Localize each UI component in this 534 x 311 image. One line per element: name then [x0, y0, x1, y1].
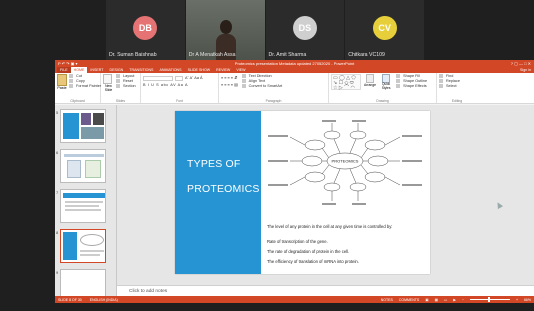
participant-name: Dr. Amit Sharma — [268, 52, 307, 58]
comments-button[interactable]: COMMENTS — [399, 298, 419, 302]
group-label: Slides — [115, 99, 126, 103]
select-button[interactable]: Select — [439, 84, 475, 89]
current-slide[interactable]: TYPES OF PROTEOMICS PROTEOMICS The level… — [175, 111, 430, 274]
font-size-controls[interactable]: Aˆ Aˇ Aa Â — [185, 76, 203, 81]
align-buttons[interactable]: ≡ ≡ ≡ ≡ ▤ — [221, 83, 238, 88]
slide-sorter-icon[interactable]: ▦ — [435, 298, 438, 302]
sign-in-link[interactable]: Sign in — [517, 67, 534, 73]
notes-placeholder: Click to add notes — [129, 289, 168, 294]
notes-pane[interactable]: Click to add notes — [117, 285, 534, 296]
slide-title-panel: TYPES OF PROTEOMICS — [175, 111, 261, 274]
brush-icon — [69, 84, 73, 88]
quick-styles-button[interactable]: Quick Styles — [379, 82, 393, 90]
replace-icon — [439, 79, 443, 83]
align-text-icon — [241, 79, 246, 83]
window-title: Proteomics presentation Metadata updated… — [234, 61, 355, 66]
participant-tile[interactable]: DS Dr. Amit Sharma — [265, 0, 345, 60]
participant-tile[interactable]: DB Dr. Suman Baishnab — [106, 0, 185, 60]
clipboard-group: Paste Cut Copy Format Painter Clipboard — [55, 73, 101, 103]
normal-view-icon[interactable]: ▣ — [425, 298, 428, 302]
editing-group: Find Replace Select Editing — [437, 73, 477, 103]
slide-thumbnail[interactable]: 6 — [56, 149, 106, 183]
scissors-icon — [69, 74, 73, 78]
outline-icon — [396, 79, 401, 83]
slide-thumbnail[interactable]: 5 — [56, 109, 106, 143]
new-slide-button[interactable]: New Slide — [103, 84, 114, 92]
shape-effects-button[interactable]: Shape Effects — [396, 84, 427, 89]
smartart-button[interactable]: Convert to SmartArt — [241, 84, 282, 89]
diagram-center-label: PROTEOMICS — [332, 159, 359, 164]
shapes-gallery[interactable]: ▭ ◯ △ ⬠ ↘ ☐ ◇ ⬭ ☆ ▷ ⌒ ◠ — [331, 74, 361, 91]
font-group: Aˆ Aˇ Aa Â B I U S abc AV Aa A Font — [141, 73, 219, 103]
font-format-buttons[interactable]: B I U S abc AV Aa A — [143, 83, 216, 88]
title-bar: P ↶ ↷ ▣ ▾ Proteomics presentation Metada… — [55, 60, 534, 67]
zoom-level[interactable]: 66% — [524, 298, 531, 302]
format-painter-button[interactable]: Format Painter — [69, 84, 101, 89]
copy-icon — [69, 79, 73, 83]
slide-text-line[interactable]: The level of any protein in the cell at … — [267, 224, 417, 229]
section-button[interactable]: Section — [116, 84, 136, 89]
group-label: Font — [176, 99, 183, 103]
slide-text-line[interactable]: The efficiency of translation of mRNA in… — [267, 259, 417, 264]
slideshow-icon[interactable]: ▶ — [453, 298, 456, 302]
screen: DB Dr. Suman Baishnab Dr A Menatkah Assa… — [0, 0, 534, 311]
arrange-button[interactable]: Arrange — [364, 83, 376, 87]
zoom-slider[interactable] — [469, 297, 510, 302]
paragraph-group: ≡ ≡ ≡ ≡ ⇵ ≡ ≡ ≡ ≡ ▤ Text Direction Align… — [219, 73, 329, 103]
group-label: Drawing — [376, 99, 389, 103]
slide-thumbnails-pane: 5 6 7 8 9 — [55, 105, 117, 303]
participant-video-tile[interactable]: Dr A Menatkah Assa — [185, 0, 265, 60]
drawing-group: ▭ ◯ △ ⬠ ↘ ☐ ◇ ⬭ ☆ ▷ ⌒ ◠ Arrange Quick Styl… — [329, 73, 437, 103]
slide-title-line-1[interactable]: TYPES OF — [187, 158, 241, 170]
section-icon — [116, 84, 120, 88]
powerpoint-window: P ↶ ↷ ▣ ▾ Proteomics presentation Metada… — [55, 60, 534, 303]
paste-icon[interactable] — [57, 74, 67, 86]
group-label: Clipboard — [70, 99, 85, 103]
reset-icon — [116, 79, 120, 83]
participant-name: Dr. Suman Baishnab — [109, 52, 157, 58]
fill-icon — [396, 74, 401, 78]
slide-counter: SLIDE 8 OF 30 — [58, 297, 82, 302]
list-buttons[interactable]: ≡ ≡ ≡ ≡ ⇵ — [221, 76, 238, 81]
workspace: 5 6 7 8 9 TYPES OF PROTEOMICS PROTEOMICS… — [55, 105, 534, 303]
quick-access-toolbar[interactable]: P ↶ ↷ ▣ ▾ — [58, 61, 98, 66]
slide-thumbnail[interactable]: 7 — [56, 189, 106, 223]
window-controls[interactable]: ? ▢ — □ ✕ — [491, 61, 531, 66]
slide-title-line-2[interactable]: PROTEOMICS — [187, 183, 260, 195]
effects-icon — [396, 84, 401, 88]
ribbon: Paste Cut Copy Format Painter Clipboard … — [55, 73, 534, 104]
participant-tile[interactable]: CV Chitkara VC109 — [345, 0, 424, 60]
participant-name: Chitkara VC109 — [348, 52, 385, 58]
notes-button[interactable]: NOTES — [381, 298, 393, 302]
group-label: Paragraph — [265, 99, 282, 103]
smartart-icon — [241, 84, 246, 88]
text-direction-icon — [241, 74, 246, 78]
layout-icon — [116, 74, 120, 78]
zoom-in-icon[interactable]: + — [516, 298, 518, 302]
arrange-icon[interactable] — [366, 74, 375, 83]
paste-button[interactable]: Paste — [57, 86, 67, 90]
slide-editing-area: TYPES OF PROTEOMICS PROTEOMICS The level… — [117, 105, 534, 296]
select-icon — [439, 84, 443, 88]
reading-view-icon[interactable]: ▭ — [444, 298, 447, 302]
slide-text-line[interactable]: The rate of degradation of protein in th… — [267, 249, 417, 254]
zoom-out-icon[interactable]: − — [462, 298, 464, 302]
new-slide-icon[interactable] — [103, 74, 112, 84]
status-bar: SLIDE 8 OF 30 ENGLISH (INDIA) NOTES COMM… — [55, 296, 534, 303]
slide-text-line[interactable]: Rate of transcription of the gene. — [267, 239, 417, 244]
find-icon — [439, 74, 443, 78]
slides-group: New Slide Layout Reset Section Slides — [101, 73, 141, 103]
font-size-box[interactable] — [175, 76, 183, 81]
participant-strip: DB Dr. Suman Baishnab Dr A Menatkah Assa… — [106, 0, 424, 60]
slide-thumbnail-selected[interactable]: 8 — [56, 229, 106, 263]
font-name-box[interactable] — [143, 76, 173, 81]
proteomics-diagram[interactable]: PROTEOMICS — [262, 115, 428, 213]
avatar: CV — [372, 16, 397, 40]
avatar: DB — [133, 16, 158, 40]
participant-name: Dr A Menatkah Assa — [188, 52, 236, 58]
avatar: DS — [292, 16, 317, 40]
group-label: Editing — [451, 99, 463, 103]
language-indicator[interactable]: ENGLISH (INDIA) — [90, 298, 118, 302]
